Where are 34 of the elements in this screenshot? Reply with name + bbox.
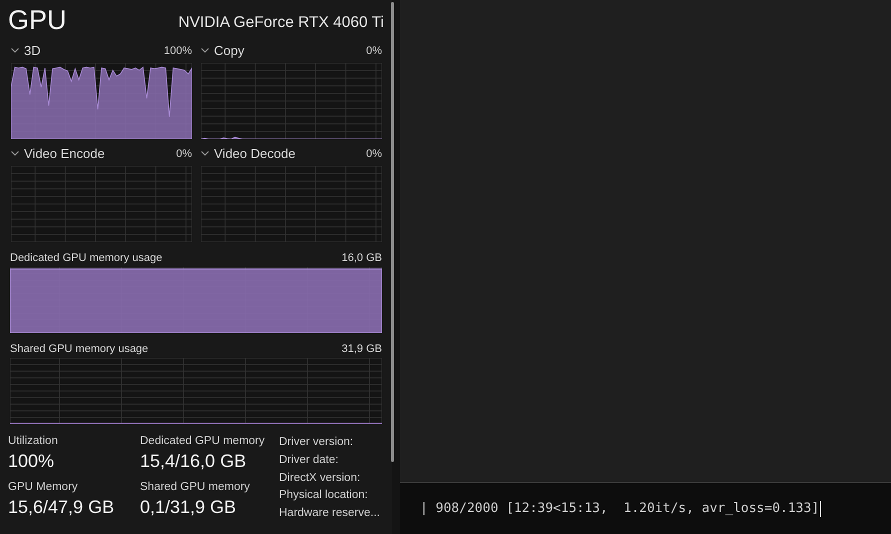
graph-capacity: 16,0 GB [342,252,382,264]
engine-usage: 0% [366,148,382,160]
stat-value: 15,4/16,0 GB [140,450,248,473]
detail-label: Physical location: [279,488,369,504]
graph-label: Dedicated GPU memory usage [10,252,162,264]
stat-label: Shared GPU memory [140,480,251,494]
engine-usage: 0% [176,148,192,160]
stat-value: 100% [8,450,56,473]
engine-dropdown[interactable]: 3D [11,43,41,58]
graph-capacity: 31,9 GB [342,343,382,355]
chevron-icon [201,151,209,156]
chevron-icon [11,48,19,53]
stat-label: GPU Memory [8,480,79,494]
adapter-name: NVIDIA GeForce RTX 4060 Ti [178,13,384,33]
panel-title: GPU [8,4,67,36]
stat-label: Dedicated GPU memory [140,434,266,448]
detail-label: Hardware reserve... [279,506,380,522]
stat-label: Utilization [8,434,59,448]
stat-value: 15,6/47,9 GB [8,496,116,520]
stat-value: 0,1/31,9 GB [140,496,238,520]
chevron-icon [11,151,19,156]
terminal-output: | 908/2000 [12:39<15:13, 1.20it/s, avr_loss=0.133] [420,501,820,516]
detail-label: DirectX version: [279,470,362,486]
engine-dropdown[interactable]: Copy [201,43,244,58]
engine-usage: 0% [366,44,382,56]
engine-dropdown[interactable]: Video Decode [201,146,296,161]
text-cursor [820,500,822,516]
chevron-icon [201,48,209,53]
graph-label: Shared GPU memory usage [10,343,148,355]
engine-dropdown[interactable]: Video Encode [11,146,105,161]
engine-usage: 100% [164,44,192,56]
detail-label: Driver version: [279,435,354,450]
scrollbar[interactable] [391,2,394,462]
detail-label: Driver date: [279,452,340,468]
